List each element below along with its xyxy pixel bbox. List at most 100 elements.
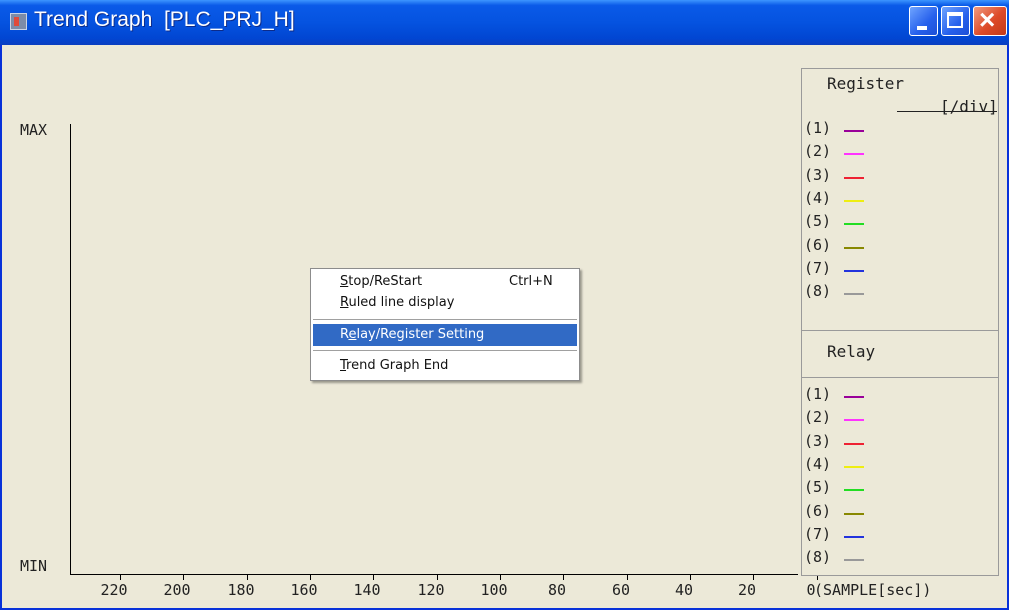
menu-item-label: Ruled line display	[340, 295, 455, 310]
legend-label: (6)	[804, 235, 832, 254]
x-tick-label: 220	[100, 581, 128, 599]
y-max-label: MAX	[20, 121, 48, 139]
legend-line-swatch	[844, 442, 864, 445]
legend-label: (2)	[804, 408, 832, 427]
legend-line-swatch	[844, 293, 864, 296]
panel-divider	[802, 330, 998, 331]
legend-label: (3)	[804, 165, 832, 184]
x-axis	[70, 574, 798, 575]
legend-label: (3)	[804, 431, 832, 450]
x-tick-label: 200	[163, 581, 191, 599]
legend-label: (5)	[804, 478, 832, 497]
legend-label: (7)	[804, 258, 832, 277]
menu-item-shortcut: Ctrl+N	[509, 274, 553, 289]
legend-label: (8)	[804, 282, 832, 301]
legend-line-swatch	[844, 246, 864, 249]
menu-item-relay-register-setting[interactable]: Relay/Register Setting	[313, 324, 577, 346]
x-tick-label: 20	[737, 581, 757, 599]
x-axis-tick	[563, 575, 564, 580]
legend-line-swatch	[844, 269, 864, 272]
legend-item: (3)	[804, 431, 864, 454]
relay-title: Relay	[827, 342, 876, 361]
x-tick-label: 100	[480, 581, 508, 599]
legend-label: (4)	[804, 454, 832, 473]
legend-line-swatch	[844, 153, 864, 156]
panel-divider	[802, 377, 998, 378]
legend-item: (7)	[804, 258, 864, 281]
legend-label: (2)	[804, 142, 832, 161]
x-tick-label: 80	[547, 581, 567, 599]
x-axis-tick	[247, 575, 248, 580]
legend-item: (4)	[804, 454, 864, 477]
x-tick-label: 120	[417, 581, 445, 599]
menu-item-trend-graph-end[interactable]: Trend Graph End	[313, 355, 577, 377]
context-menu: Stop/ReStart Ctrl+N Ruled line display R…	[310, 268, 580, 381]
legend-label: (5)	[804, 212, 832, 231]
maximize-button[interactable]	[941, 6, 970, 36]
menu-separator	[313, 350, 577, 351]
legend-line-swatch	[844, 223, 864, 226]
app-icon[interactable]	[10, 13, 27, 30]
legend-line-swatch	[844, 396, 864, 398]
legend-label: (4)	[804, 188, 832, 207]
legend-line-swatch	[844, 199, 864, 202]
legend-item: (2)	[804, 142, 864, 164]
title-bar[interactable]: Trend Graph [PLC_PRJ_H] ×	[0, 0, 1009, 45]
x-axis-tick	[500, 575, 501, 580]
x-tick-label: 40	[674, 581, 694, 599]
legend-label: (8)	[804, 548, 832, 567]
legend-line-swatch	[844, 559, 864, 562]
legend-item: (7)	[804, 524, 864, 547]
legend-item: (6)	[804, 501, 864, 524]
y-min-label: MIN	[20, 557, 48, 575]
legend-item: (5)	[804, 478, 864, 500]
x-axis-tick	[310, 575, 311, 580]
x-tick-label: 180	[227, 581, 255, 599]
legend-label: (1)	[804, 385, 832, 403]
legend-line-swatch	[844, 465, 864, 468]
minimize-button[interactable]	[909, 6, 938, 36]
menu-separator	[313, 319, 577, 320]
legend-line-swatch	[844, 535, 864, 538]
legend-line-swatch	[844, 419, 864, 422]
legend-label: (6)	[804, 501, 832, 520]
x-axis-tick	[437, 575, 438, 580]
legend-item: (3)	[804, 165, 864, 188]
legend-item: (1)	[804, 119, 864, 141]
legend-panel: Register [/div] (1) (2) (3) (4) (5) (6) (7) (8)…	[801, 68, 999, 576]
legend-line-swatch	[844, 130, 864, 132]
legend-item: (1)	[804, 385, 864, 407]
legend-item: (8)	[804, 282, 864, 304]
register-title: Register	[827, 74, 905, 93]
x-axis-tick	[627, 575, 628, 580]
legend-item: (2)	[804, 408, 864, 430]
menu-item-label: Stop/ReStart	[340, 274, 423, 289]
x-axis-tick	[120, 575, 121, 580]
x-tick-label: 160	[290, 581, 318, 599]
menu-item-label: Trend Graph End	[340, 358, 449, 373]
legend-label: (7)	[804, 524, 832, 543]
close-button[interactable]: ×	[973, 4, 1007, 36]
legend-item: (8)	[804, 548, 864, 570]
y-axis	[70, 124, 71, 574]
menu-item-ruled-line-display[interactable]: Ruled line display	[313, 292, 577, 314]
x-axis-unit: (SAMPLE[sec])	[814, 581, 932, 599]
x-axis-tick	[373, 575, 374, 580]
legend-item: (5)	[804, 212, 864, 234]
legend-label: (1)	[804, 119, 832, 137]
x-axis-tick	[690, 575, 691, 580]
window-title: Trend Graph [PLC_PRJ_H]	[34, 8, 295, 31]
x-tick-label: 140	[353, 581, 381, 599]
legend-line-swatch	[844, 489, 864, 492]
legend-item: (6)	[804, 235, 864, 258]
x-tick-label: 60	[611, 581, 631, 599]
legend-item: (4)	[804, 188, 864, 211]
close-icon: ×	[979, 4, 996, 35]
menu-item-stop-restart[interactable]: Stop/ReStart Ctrl+N	[313, 271, 577, 293]
menu-item-label: Relay/Register Setting	[340, 327, 485, 342]
x-axis-tick	[183, 575, 184, 580]
legend-line-swatch	[844, 512, 864, 515]
register-unit: [/div]	[940, 97, 998, 116]
legend-line-swatch	[844, 176, 864, 179]
x-axis-tick	[753, 575, 754, 580]
